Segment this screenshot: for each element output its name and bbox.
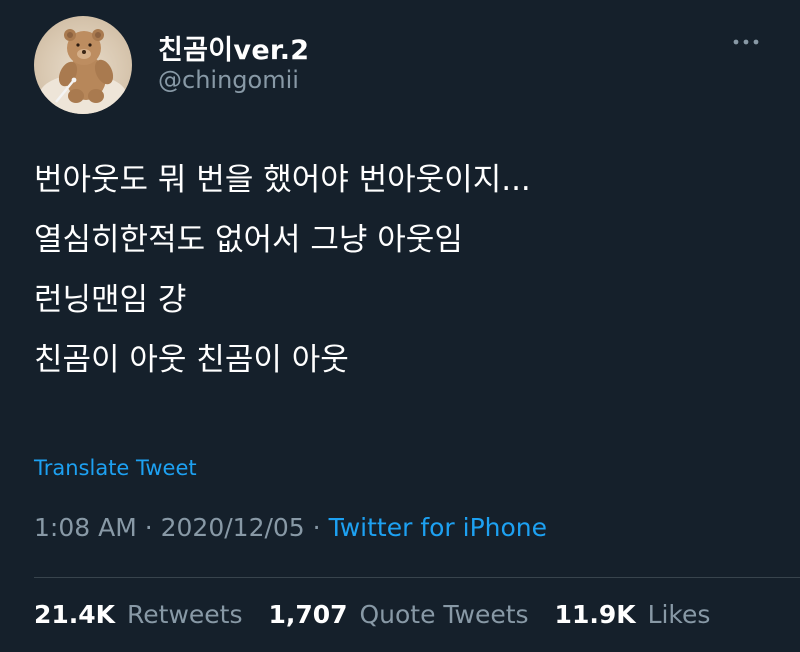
tweet-text-line: 친곰이 아웃 친곰이 아웃 [34,342,349,378]
more-options-button[interactable] [728,30,764,54]
quote-tweets-stat[interactable]: 1,707 Quote Tweets [268,600,528,629]
translate-tweet-link[interactable]: Translate Tweet [34,456,197,480]
author-handle[interactable]: @chingomii [158,66,299,94]
meta-separator: · [312,513,321,542]
likes-stat[interactable]: 11.9K Likes [555,600,711,629]
retweets-stat[interactable]: 21.4K Retweets [34,600,242,629]
quote-tweets-count: 1,707 [268,600,348,629]
divider [34,577,800,578]
tweet-text-line: 런닝맨임 걍 [34,282,187,318]
tweet-text-line: 열심히한적도 없어서 그냥 아웃임 [34,222,463,258]
avatar[interactable] [34,16,132,114]
likes-label: Likes [647,600,711,629]
author-display-name[interactable]: 친곰이ver.2 [158,28,309,67]
tweet-date[interactable]: 2020/12/05 [161,513,305,542]
tweet-source-link[interactable]: Twitter for iPhone [329,513,547,542]
retweets-label: Retweets [127,600,243,629]
tweet-stats: 21.4K Retweets 1,707 Quote Tweets 11.9K … [34,600,728,629]
meta-separator: · [144,513,153,542]
tweet-text-line: 번아웃도 뭐 번을 했어야 번아웃이지... [34,162,531,198]
retweets-count: 21.4K [34,600,116,629]
tweet-metadata: 1:08 AM · 2020/12/05 · Twitter for iPhon… [34,513,547,542]
teddy-bear-avatar-icon [39,29,127,114]
likes-count: 11.9K [554,600,636,629]
tweet-time[interactable]: 1:08 AM [34,513,137,542]
more-dots-icon [733,39,759,45]
quote-tweets-label: Quote Tweets [359,600,529,629]
tweet-detail: 친곰이ver.2 @chingomii 번아웃도 뭐 번을 했어야 번아웃이지.… [0,0,800,652]
tweet-text: 번아웃도 뭐 번을 했어야 번아웃이지... 열심히한적도 없어서 그냥 아웃임… [34,150,774,390]
